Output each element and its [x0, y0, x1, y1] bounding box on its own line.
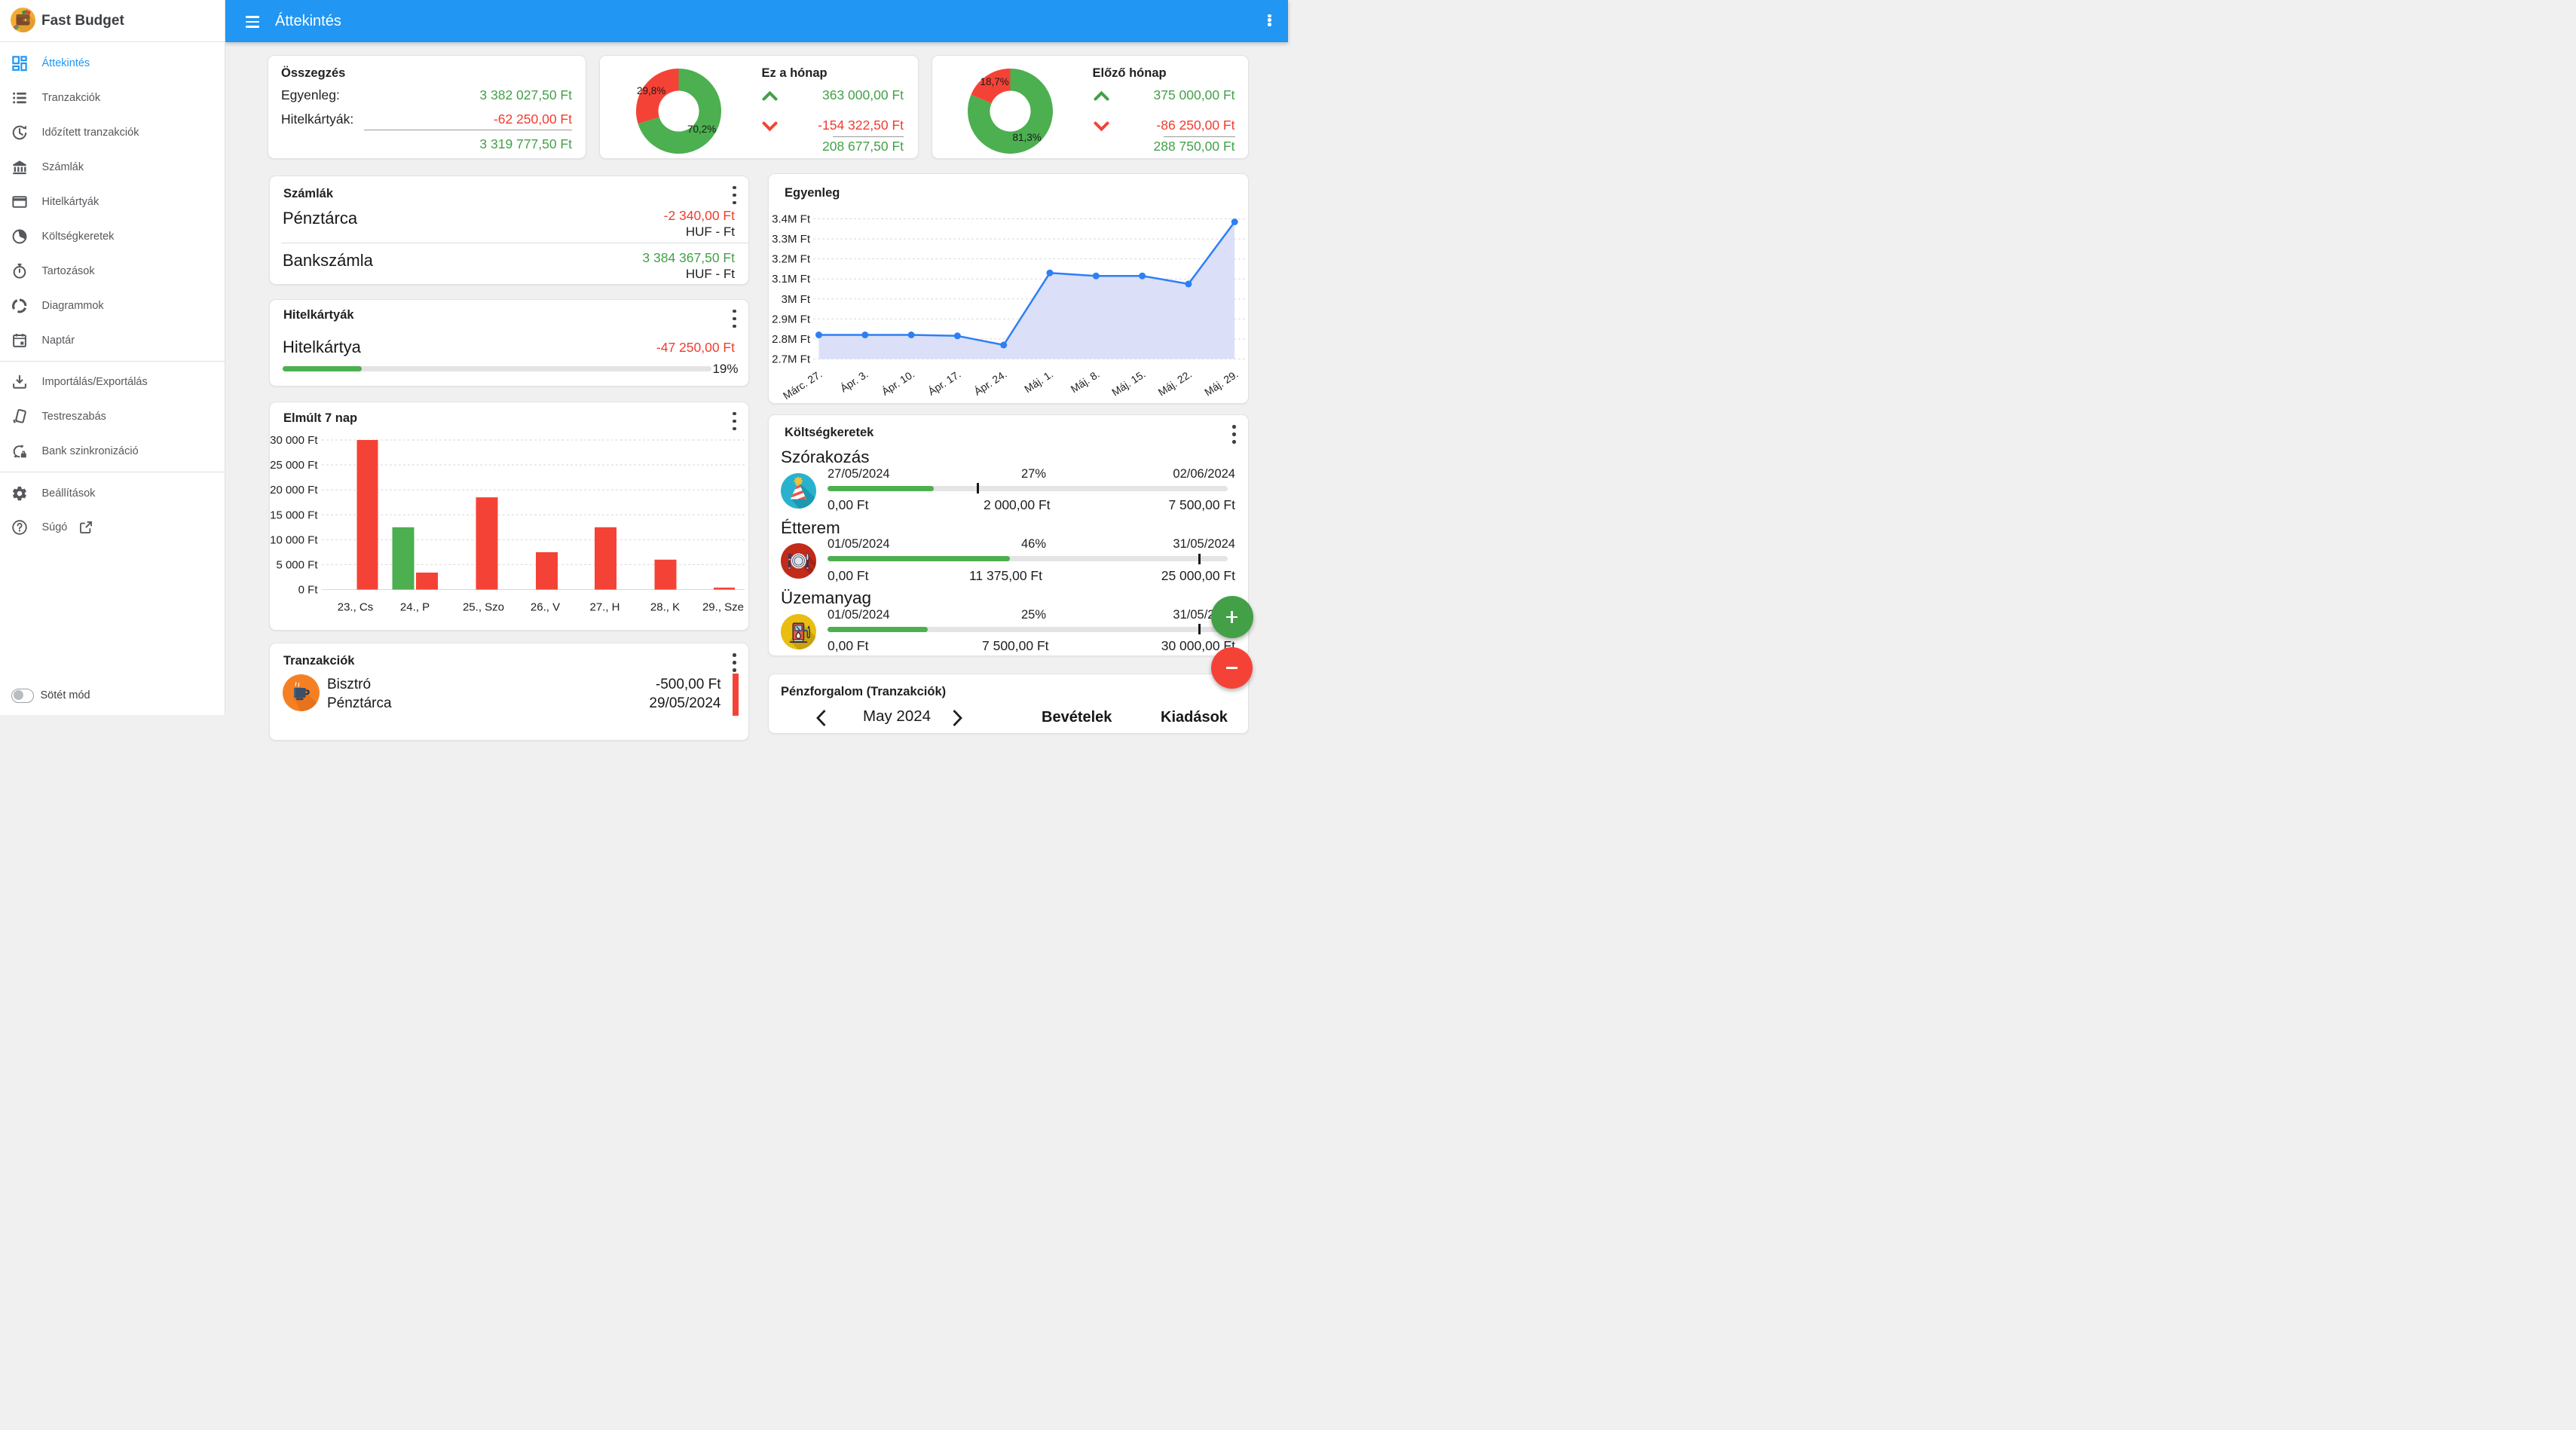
svg-text:Ápr. 10.: Ápr. 10. [880, 368, 916, 398]
svg-text:10 000 Ft: 10 000 Ft [270, 533, 318, 546]
svg-text:30 000 Ft: 30 000 Ft [270, 434, 318, 447]
svg-text:29., Sze: 29., Sze [702, 600, 743, 613]
svg-text:26., V: 26., V [530, 600, 559, 613]
svg-text:25 000 Ft: 25 000 Ft [270, 459, 318, 472]
svg-text:3M Ft: 3M Ft [782, 292, 811, 305]
svg-text:2.7M Ft: 2.7M Ft [772, 353, 811, 365]
svg-text:5 000 Ft: 5 000 Ft [276, 558, 318, 571]
svg-text:Ápr. 24.: Ápr. 24. [971, 368, 1008, 398]
svg-text:Máj. 22.: Máj. 22. [1156, 368, 1194, 399]
svg-text:3.2M Ft: 3.2M Ft [772, 252, 811, 265]
svg-text:Máj. 8.: Máj. 8. [1069, 368, 1102, 395]
svg-text:2.9M Ft: 2.9M Ft [772, 313, 811, 325]
svg-text:Ápr. 17.: Ápr. 17. [925, 368, 962, 398]
svg-text:Máj. 1.: Máj. 1. [1022, 368, 1055, 395]
svg-text:Ápr. 3.: Ápr. 3. [838, 368, 870, 394]
svg-text:3.3M Ft: 3.3M Ft [772, 233, 811, 246]
svg-text:28., K: 28., K [650, 600, 679, 613]
svg-text:Máj. 15.: Máj. 15. [1109, 368, 1147, 399]
svg-text:15 000 Ft: 15 000 Ft [270, 509, 318, 521]
svg-text:2.8M Ft: 2.8M Ft [772, 332, 811, 345]
svg-text:Máj. 29.: Máj. 29. [1202, 368, 1240, 399]
svg-text:3.4M Ft: 3.4M Ft [772, 212, 811, 225]
svg-text:3.1M Ft: 3.1M Ft [772, 273, 811, 286]
svg-text:Márc. 27.: Márc. 27. [781, 368, 825, 402]
svg-text:20 000 Ft: 20 000 Ft [270, 484, 318, 497]
svg-text:0 Ft: 0 Ft [298, 583, 318, 596]
svg-text:24., P: 24., P [399, 600, 429, 613]
svg-text:27., H: 27., H [589, 600, 620, 613]
svg-text:25., Szo: 25., Szo [462, 600, 503, 613]
svg-text:23., Cs: 23., Cs [337, 600, 373, 613]
